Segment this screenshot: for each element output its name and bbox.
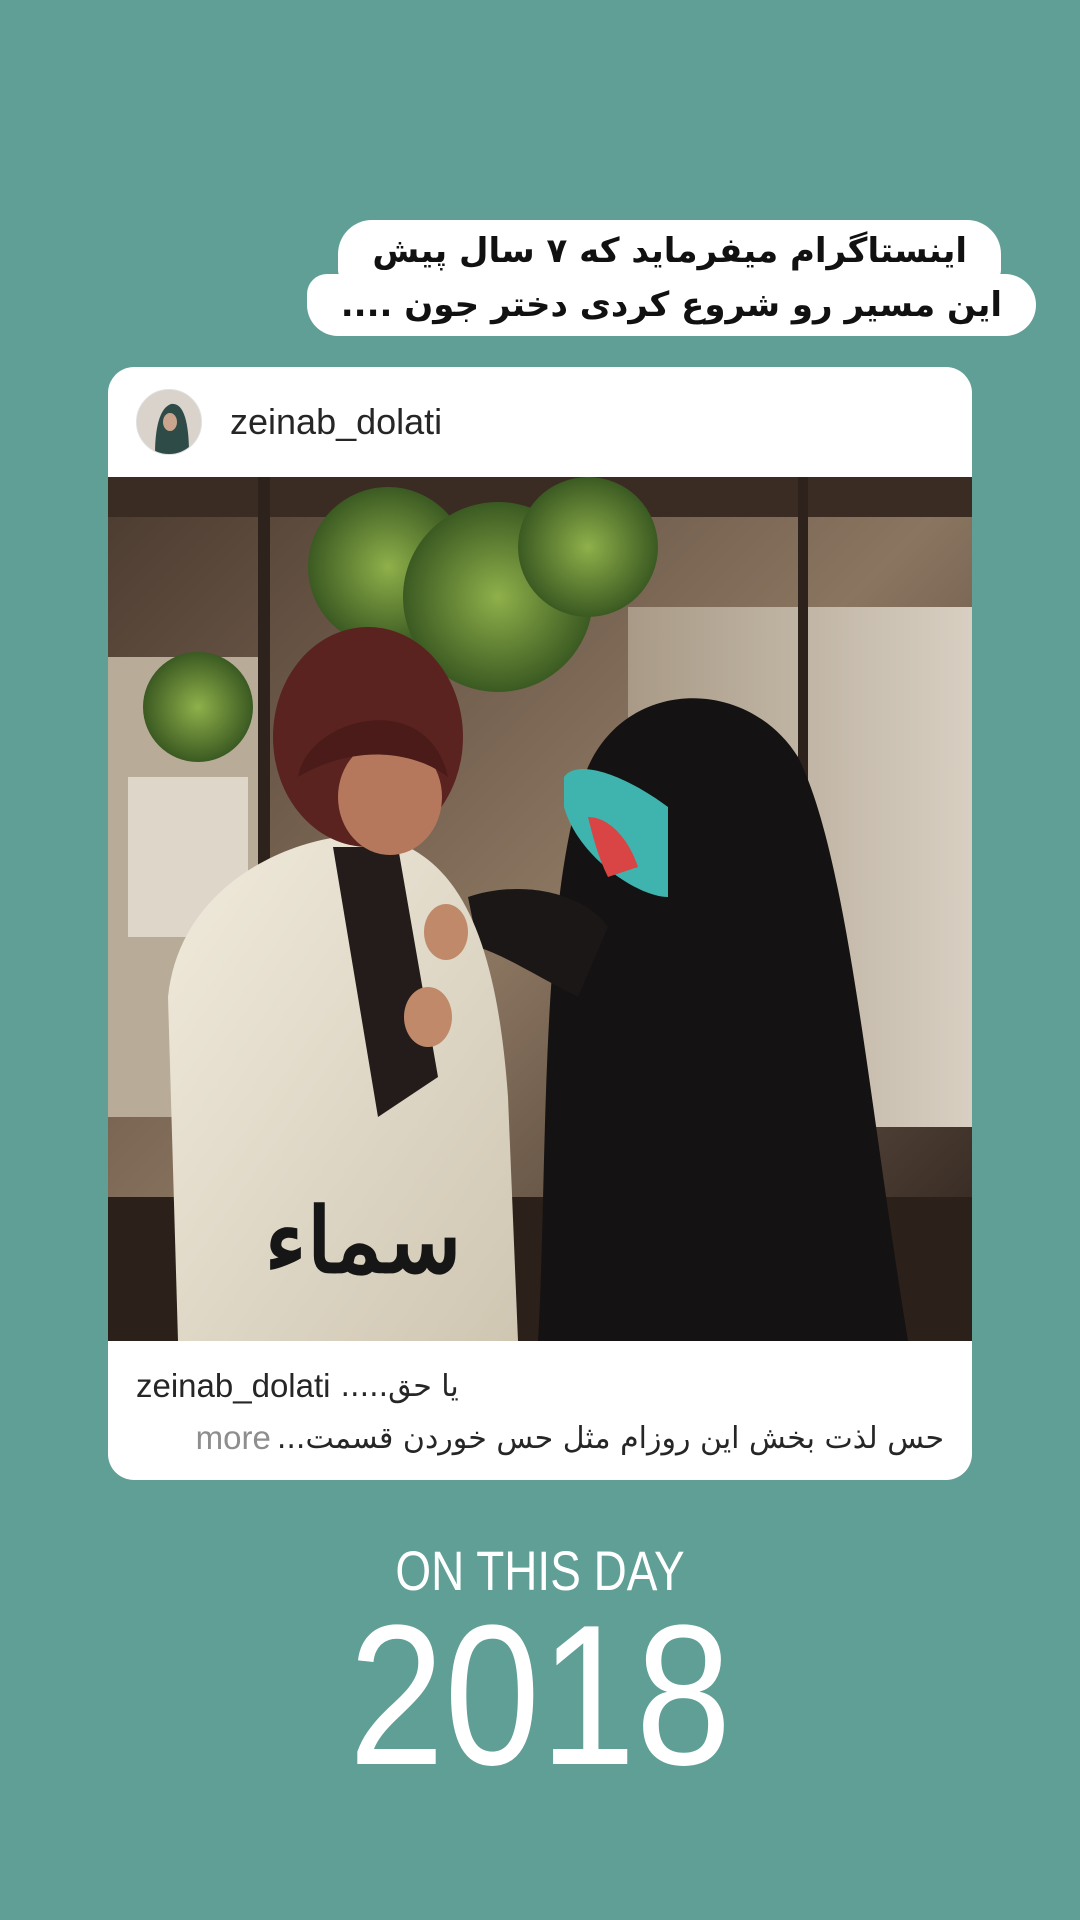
post-username[interactable]: zeinab_dolati	[230, 401, 442, 443]
caption-first-line: zeinab_dolati یا حق.....	[136, 1363, 944, 1409]
post-card[interactable]: zeinab_dolati سماء zeinab_dolati یا حق..…	[108, 367, 972, 1480]
post-header: zeinab_dolati	[108, 367, 972, 477]
post-photo: سماء	[108, 477, 972, 1341]
story-page: اینستاگرام میفرماید که ۷ سال پیش این مسی…	[0, 0, 1080, 1920]
caption-text-2: حس لذت بخش این روزام مثل حس خوردن قسمت..…	[276, 1420, 944, 1456]
post-photo-icon: سماء	[108, 477, 972, 1341]
avatar[interactable]	[136, 389, 202, 455]
bubble-line-2: این مسیر رو شروع کردی دختر جون ....	[306, 274, 1036, 336]
text-bubble: اینستاگرام میفرماید که ۷ سال پیش این مسی…	[306, 220, 1036, 336]
bubble-line-1: اینستاگرام میفرماید که ۷ سال پیش	[338, 220, 1001, 282]
caption-text-1: یا حق.....	[340, 1368, 459, 1404]
caption-second-line: more حس لذت بخش این روزام مثل حس خوردن ق…	[136, 1413, 944, 1463]
post-caption: zeinab_dolati یا حق..... more حس لذت بخش…	[108, 1341, 972, 1463]
watermark-logo: سماء	[264, 1188, 461, 1294]
caption-username[interactable]: zeinab_dolati	[136, 1367, 331, 1405]
on-this-day-year: 2018	[348, 1584, 732, 1807]
more-link[interactable]: more	[196, 1419, 271, 1457]
avatar-photo-icon	[137, 390, 201, 454]
